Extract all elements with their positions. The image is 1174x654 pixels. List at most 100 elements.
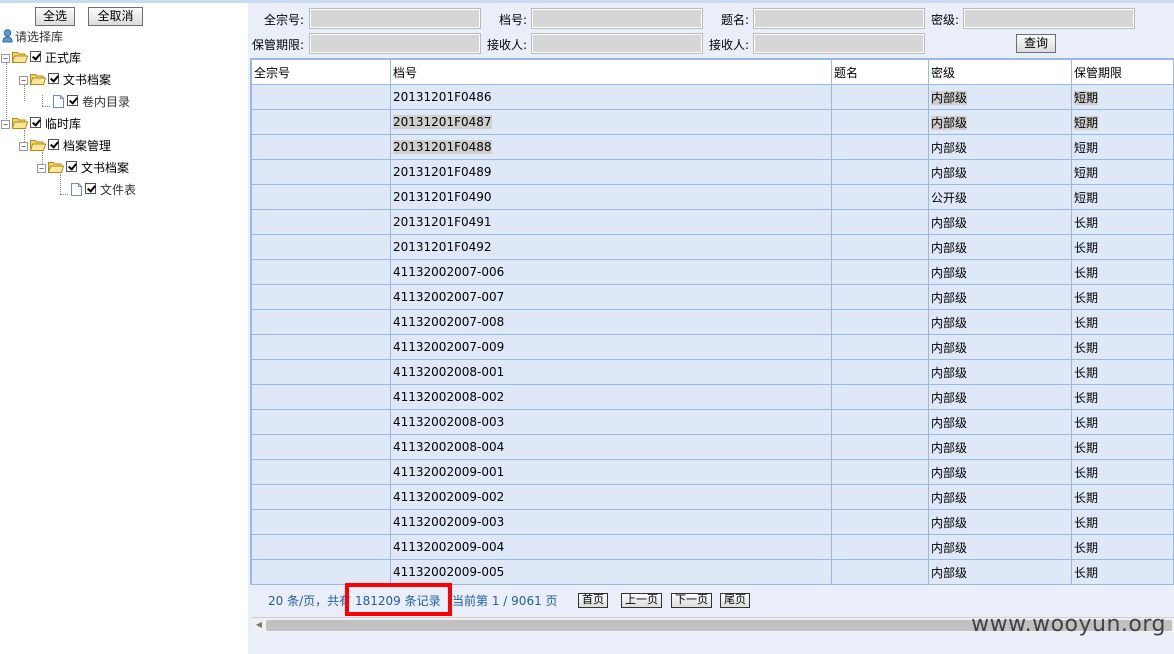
table-row[interactable]: 20131201F0486 内部级 短期 <box>251 84 1173 110</box>
table-cell <box>831 184 929 210</box>
table-cell: 长期 <box>1071 234 1173 260</box>
checkbox[interactable] <box>48 139 59 150</box>
table-row[interactable]: 20131201F0491 内部级 长期 <box>251 209 1173 235</box>
table-row[interactable]: 41132002009-005 内部级 长期 <box>251 559 1173 584</box>
table-cell <box>831 359 929 385</box>
table-row[interactable]: 41132002009-004 内部级 长期 <box>251 534 1173 560</box>
table-row[interactable]: 41132002007-008 内部级 长期 <box>251 309 1173 335</box>
cell-text: 长期 <box>1074 215 1099 230</box>
table-cell: 长期 <box>1071 509 1173 535</box>
table-cell <box>251 334 391 360</box>
tree-node-volume-catalog[interactable]: 卷内目录 <box>50 93 130 109</box>
select-all-button[interactable]: 全选 <box>35 7 75 26</box>
table-cell <box>831 84 929 110</box>
cell-text: 内部级 <box>931 340 968 355</box>
table-cell: 41132002009-004 <box>390 534 832 560</box>
tree-node-docs-2[interactable]: − 文书档案 <box>37 159 129 175</box>
cell-text: 内部级 <box>931 490 968 505</box>
table-row[interactable]: 41132002009-002 内部级 长期 <box>251 484 1173 510</box>
secret-label: 密级: <box>931 13 960 27</box>
tree-node-archive-mgmt[interactable]: − 档案管理 <box>19 137 111 153</box>
search-button[interactable]: 查询 <box>1016 34 1056 53</box>
table-row[interactable]: 20131201F0488 内部级 短期 <box>251 134 1173 160</box>
table-cell: 长期 <box>1071 359 1173 385</box>
table-row[interactable]: 41132002008-001 内部级 长期 <box>251 359 1173 385</box>
cell-text: 长期 <box>1074 315 1099 330</box>
table-row[interactable]: 20131201F0490 公开级 短期 <box>251 184 1173 210</box>
table-row[interactable]: 20131201F0489 内部级 短期 <box>251 159 1173 185</box>
receiver-input-1[interactable] <box>531 33 703 54</box>
cell-text: 41132002008-003 <box>393 415 505 429</box>
table-cell <box>831 134 929 160</box>
table-row[interactable]: 41132002007-007 内部级 长期 <box>251 284 1173 310</box>
cell-text: 41132002007-008 <box>393 315 505 329</box>
checkbox[interactable] <box>85 183 96 194</box>
archive-content-panel: 全宗号: 档号: 题名: 密级: 保管期限: 接收人: 接收人: 查询 全宗号档… <box>248 3 1174 654</box>
table-cell: 内部级 <box>928 134 1072 160</box>
next-page-button[interactable]: 下一页 <box>671 593 712 608</box>
column-header[interactable]: 全宗号 <box>251 59 391 85</box>
retention-input[interactable] <box>309 33 481 54</box>
collapse-icon[interactable]: − <box>1 54 10 63</box>
cell-text: 20131201F0489 <box>393 165 492 179</box>
deselect-all-button[interactable]: 全取消 <box>88 7 143 26</box>
checkbox[interactable] <box>48 73 59 84</box>
table-cell: 41132002007-006 <box>390 259 832 285</box>
cell-text: 长期 <box>1074 440 1099 455</box>
cell-text: 长期 <box>1074 265 1099 280</box>
table-cell: 内部级 <box>928 334 1072 360</box>
fonds-input[interactable] <box>309 8 481 29</box>
table-cell: 41132002007-007 <box>390 284 832 310</box>
tree-root-label: 请选择库 <box>15 30 64 44</box>
checkbox[interactable] <box>67 95 78 106</box>
column-header[interactable]: 档号 <box>390 59 832 85</box>
cell-text: 长期 <box>1074 340 1099 355</box>
table-cell: 长期 <box>1071 559 1173 584</box>
table-row[interactable]: 20131201F0487 内部级 短期 <box>251 109 1173 135</box>
cell-text: 内部级 <box>931 265 968 280</box>
table-cell <box>831 109 929 135</box>
table-cell: 41132002009-002 <box>390 484 832 510</box>
cell-text: 内部级 <box>931 215 968 230</box>
tree-node-formal[interactable]: − 正式库 <box>1 49 81 65</box>
collapse-icon[interactable]: − <box>37 164 46 173</box>
checkbox[interactable] <box>66 161 77 172</box>
table-cell: 内部级 <box>928 209 1072 235</box>
column-header[interactable]: 密级 <box>928 59 1072 85</box>
cell-text: 长期 <box>1074 490 1099 505</box>
receiver-input-2[interactable] <box>753 33 925 54</box>
fonds-label: 全宗号: <box>264 13 305 27</box>
tree-node-docs[interactable]: − 文书档案 <box>19 71 111 87</box>
tree-node-temp[interactable]: − 临时库 <box>1 115 81 131</box>
column-header[interactable]: 保管期限 <box>1071 59 1173 85</box>
tree-node-file-table[interactable]: 文件表 <box>68 181 136 197</box>
collapse-icon[interactable]: − <box>1 120 10 129</box>
table-cell: 短期 <box>1071 184 1173 210</box>
collapse-icon[interactable]: − <box>19 76 28 85</box>
table-row[interactable]: 41132002007-006 内部级 长期 <box>251 259 1173 285</box>
last-page-button[interactable]: 尾页 <box>720 593 750 608</box>
table-row[interactable]: 41132002009-001 内部级 长期 <box>251 459 1173 485</box>
folder-open-icon <box>11 51 29 63</box>
scroll-left-icon[interactable]: ◀ <box>254 620 264 630</box>
table-row[interactable]: 41132002008-002 内部级 长期 <box>251 384 1173 410</box>
archive-no-input[interactable] <box>531 8 703 29</box>
table-row[interactable]: 41132002007-009 内部级 长期 <box>251 334 1173 360</box>
tree-line <box>60 174 61 194</box>
table-row[interactable]: 41132002008-003 内部级 长期 <box>251 409 1173 435</box>
checkbox[interactable] <box>30 117 41 128</box>
first-page-button[interactable]: 首页 <box>578 593 608 608</box>
archive-no-label: 档号: <box>499 13 528 27</box>
tree-node-label: 卷内目录 <box>82 95 131 109</box>
cell-text: 长期 <box>1074 390 1099 405</box>
checkbox[interactable] <box>30 51 41 62</box>
table-row[interactable]: 41132002009-003 内部级 长期 <box>251 509 1173 535</box>
prev-page-button[interactable]: 上一页 <box>621 593 662 608</box>
table-row[interactable]: 20131201F0492 内部级 长期 <box>251 234 1173 260</box>
title-input[interactable] <box>753 8 925 29</box>
column-header[interactable]: 题名 <box>831 59 929 85</box>
table-cell <box>251 434 391 460</box>
collapse-icon[interactable]: − <box>19 142 28 151</box>
table-row[interactable]: 41132002008-004 内部级 长期 <box>251 434 1173 460</box>
secret-input[interactable] <box>963 8 1135 29</box>
